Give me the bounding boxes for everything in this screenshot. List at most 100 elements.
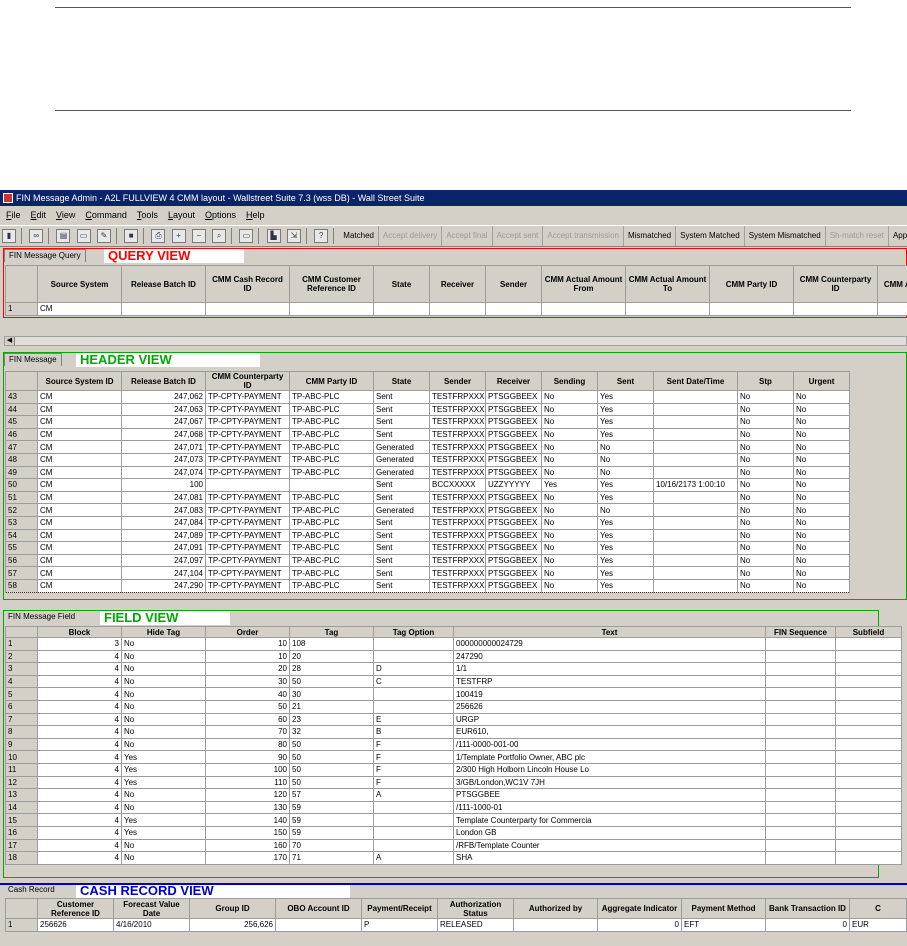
table-cell[interactable]: Sent xyxy=(373,553,430,568)
table-cell[interactable]: Sent xyxy=(373,390,430,404)
print-icon[interactable]: ⎙ xyxy=(151,229,166,243)
table-row[interactable]: 47 CM 247,071 TP-CPTY-PAYMENT TP-ABC-PLC Gene… xyxy=(5,440,850,454)
table-cell[interactable]: No xyxy=(541,390,598,404)
table-cell[interactable]: TP-CPTY-PAYMENT xyxy=(205,427,290,442)
table-cell[interactable]: PTSGGBEEX xyxy=(485,452,542,467)
table-cell[interactable] xyxy=(653,452,738,467)
table-cell[interactable]: 4 xyxy=(37,750,122,764)
column-header[interactable]: Sent Date/Time xyxy=(653,371,738,391)
table-cell[interactable]: No xyxy=(793,578,850,593)
table-cell[interactable]: Sent xyxy=(373,566,430,580)
table-cell[interactable] xyxy=(653,553,738,568)
table-cell[interactable]: TESTFRPXXX xyxy=(429,566,486,580)
table-cell[interactable]: 0 xyxy=(597,918,682,932)
table-cell[interactable]: TP-ABC-PLC xyxy=(289,541,374,555)
table-cell[interactable]: 60 xyxy=(205,712,290,727)
apply-button[interactable]: Apply xyxy=(889,226,907,246)
column-header[interactable]: CMM Cash Record ID xyxy=(205,265,290,303)
new-icon[interactable]: ▮ xyxy=(2,229,16,243)
table-row[interactable]: 45 CM 247,067 TP-CPTY-PAYMENT TP-ABC-PLC Sent… xyxy=(5,415,850,429)
table-cell[interactable]: Yes xyxy=(597,478,654,492)
table-cell[interactable] xyxy=(485,302,542,316)
table-cell[interactable]: No xyxy=(793,515,850,530)
table-cell[interactable]: 10 xyxy=(205,649,290,664)
column-header[interactable]: Group ID xyxy=(189,898,276,919)
table-cell[interactable]: SHA xyxy=(453,851,766,865)
table-cell[interactable]: No xyxy=(541,402,598,417)
table-cell[interactable]: Yes xyxy=(597,490,654,505)
table-cell[interactable]: TP-CPTY-PAYMENT xyxy=(205,402,290,417)
table-cell[interactable]: 247290 xyxy=(453,649,766,664)
table-cell[interactable]: 110 xyxy=(205,775,290,790)
table-row[interactable]: 2 4 No 10 20 247290 xyxy=(5,649,902,664)
table-cell[interactable]: TP-ABC-PLC xyxy=(289,515,374,530)
table-row[interactable]: 4 4 No 30 50 C TESTFRP xyxy=(5,674,902,689)
table-cell[interactable] xyxy=(835,813,902,827)
table-cell[interactable]: Yes xyxy=(597,578,654,593)
table-cell[interactable]: Yes xyxy=(121,750,206,764)
menu-tools[interactable]: Tools xyxy=(137,207,158,223)
table-cell[interactable]: 4 xyxy=(37,813,122,827)
table-cell[interactable]: C xyxy=(373,674,454,689)
column-header[interactable] xyxy=(5,898,38,919)
table-cell[interactable]: BCCXXXXX xyxy=(429,478,486,492)
table-cell[interactable]: 247,063 xyxy=(121,402,206,417)
table-cell[interactable] xyxy=(653,578,738,593)
table-cell[interactable] xyxy=(121,302,206,316)
table-cell[interactable] xyxy=(373,699,454,714)
table-cell[interactable] xyxy=(653,566,738,580)
column-header[interactable]: Tag Option xyxy=(373,626,454,638)
table-cell[interactable]: Generated xyxy=(373,440,430,454)
table-cell[interactable] xyxy=(765,762,836,777)
table-cell[interactable]: TESTFRPXXX xyxy=(429,578,486,593)
table-cell[interactable]: No xyxy=(737,528,794,543)
table-cell[interactable]: TP-CPTY-PAYMENT xyxy=(205,515,290,530)
table-cell[interactable]: TP-ABC-PLC xyxy=(289,415,374,429)
table-cell[interactable]: TP-ABC-PLC xyxy=(289,503,374,517)
table-cell[interactable] xyxy=(429,302,486,316)
table-cell[interactable]: 4 xyxy=(37,762,122,777)
table-cell[interactable]: Template Counterparty for Commercia xyxy=(453,813,766,827)
table-row[interactable]: 6 4 No 50 21 256626 xyxy=(5,699,902,714)
table-cell[interactable]: 000000000024729 xyxy=(453,637,766,651)
table-cell[interactable]: No xyxy=(737,402,794,417)
table-cell[interactable]: PTSGGBEE xyxy=(453,788,766,802)
table-cell[interactable]: PTSGGBEEX xyxy=(485,541,542,555)
table-cell[interactable]: PTSGGBEEX xyxy=(485,415,542,429)
table-cell[interactable]: Yes xyxy=(597,541,654,555)
table-cell[interactable]: TESTFRPXXX xyxy=(429,427,486,442)
table-row[interactable]: 52 CM 247,083 TP-CPTY-PAYMENT TP-ABC-PLC Gene… xyxy=(5,503,850,517)
table-cell[interactable]: London GB xyxy=(453,825,766,840)
table-cell[interactable]: No xyxy=(541,553,598,568)
table-cell[interactable]: TESTFRPXXX xyxy=(429,402,486,417)
table-row[interactable]: 13 4 No 120 57 A PTSGGBEE xyxy=(5,788,902,802)
table-cell[interactable]: CM xyxy=(37,578,122,593)
table-cell[interactable]: No xyxy=(597,465,654,480)
table-cell[interactable]: 4 xyxy=(37,851,122,865)
table-cell[interactable]: TP-CPTY-PAYMENT xyxy=(205,415,290,429)
table-cell[interactable] xyxy=(835,687,902,701)
table-row[interactable]: 17 4 No 160 70/RFB/Template Counter xyxy=(5,838,902,853)
table-cell[interactable] xyxy=(653,515,738,530)
column-header[interactable] xyxy=(5,265,38,303)
table-cell[interactable] xyxy=(653,427,738,442)
table-cell[interactable]: Sent xyxy=(373,415,430,429)
table-cell[interactable]: /RFB/Template Counter xyxy=(453,838,766,853)
table-cell[interactable]: 57 xyxy=(289,788,374,802)
table-cell[interactable]: EFT xyxy=(681,918,766,932)
table-cell[interactable]: 4 xyxy=(37,674,122,689)
table-row[interactable]: 57 CM 247,104 TP-CPTY-PAYMENT TP-ABC-PLC Sent… xyxy=(5,566,850,580)
table-cell[interactable]: CM xyxy=(37,415,122,429)
column-header[interactable]: Release Batch ID xyxy=(121,371,206,391)
table-cell[interactable]: Sent xyxy=(373,427,430,442)
table-cell[interactable]: No xyxy=(597,452,654,467)
table-cell[interactable]: 4 xyxy=(37,737,122,752)
table-cell[interactable]: 4 xyxy=(37,800,122,815)
table-cell[interactable]: No xyxy=(793,440,850,454)
column-header[interactable]: CMM Actual Amount To xyxy=(625,265,710,303)
table-row[interactable]: 3 4 No 20 28 D 1/1 xyxy=(5,662,902,676)
help-icon[interactable]: ? xyxy=(314,229,329,243)
table-cell[interactable]: Yes xyxy=(121,762,206,777)
table-row[interactable]: 46 CM 247,068 TP-CPTY-PAYMENT TP-ABC-PLC Sent… xyxy=(5,427,850,442)
column-header[interactable]: CMM Counterparty ID xyxy=(793,265,878,303)
